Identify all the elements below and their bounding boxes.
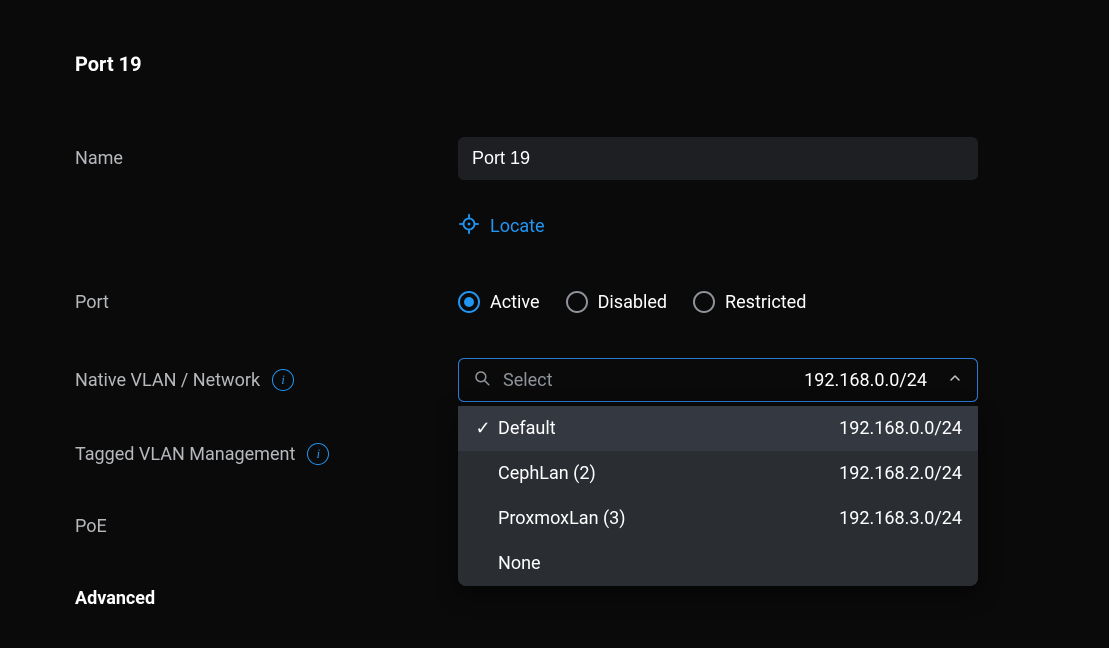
native-vlan-option-label: None bbox=[494, 553, 962, 574]
locate-icon bbox=[458, 213, 480, 240]
native-vlan-value: 192.168.0.0/24 bbox=[804, 370, 927, 391]
check-icon: ✓ bbox=[472, 418, 494, 439]
port-label: Port bbox=[75, 292, 458, 313]
port-status-radio-group: Active Disabled Restricted bbox=[458, 291, 978, 313]
port-status-active-radio[interactable]: Active bbox=[458, 291, 540, 313]
chevron-up-icon bbox=[947, 370, 963, 390]
native-vlan-option[interactable]: ✓ Default 192.168.0.0/24 bbox=[458, 406, 978, 451]
port-status-restricted-label: Restricted bbox=[725, 292, 806, 313]
locate-button[interactable]: Locate bbox=[458, 213, 545, 240]
tagged-vlan-label: Tagged VLAN Management bbox=[75, 444, 295, 465]
native-vlan-select[interactable]: Select 192.168.0.0/24 bbox=[458, 358, 978, 402]
native-vlan-option-label: ProxmoxLan (3) bbox=[494, 508, 839, 529]
native-vlan-label: Native VLAN / Network bbox=[75, 370, 260, 391]
port-status-disabled-label: Disabled bbox=[598, 292, 667, 313]
locate-label: Locate bbox=[490, 216, 545, 237]
name-input[interactable] bbox=[458, 137, 978, 180]
info-icon[interactable]: i bbox=[272, 369, 294, 391]
native-vlan-option-value: 192.168.2.0/24 bbox=[839, 463, 962, 484]
advanced-label: Advanced bbox=[75, 588, 458, 609]
poe-label: PoE bbox=[75, 516, 458, 537]
native-vlan-dropdown: ✓ Default 192.168.0.0/24 CephLan (2) 192… bbox=[458, 406, 978, 586]
port-status-disabled-radio[interactable]: Disabled bbox=[566, 291, 667, 313]
search-icon bbox=[473, 369, 491, 391]
native-vlan-option[interactable]: ProxmoxLan (3) 192.168.3.0/24 bbox=[458, 496, 978, 541]
native-vlan-option-label: CephLan (2) bbox=[494, 463, 839, 484]
info-icon[interactable]: i bbox=[307, 443, 329, 465]
port-status-restricted-radio[interactable]: Restricted bbox=[693, 291, 806, 313]
page-title: Port 19 bbox=[75, 52, 1034, 76]
native-vlan-option-value: 192.168.3.0/24 bbox=[839, 508, 962, 529]
port-status-active-label: Active bbox=[490, 292, 540, 313]
name-label: Name bbox=[75, 148, 458, 169]
native-vlan-option[interactable]: None bbox=[458, 541, 978, 586]
native-vlan-placeholder: Select bbox=[503, 370, 792, 391]
native-vlan-option-value: 192.168.0.0/24 bbox=[839, 418, 962, 439]
native-vlan-option[interactable]: CephLan (2) 192.168.2.0/24 bbox=[458, 451, 978, 496]
native-vlan-option-label: Default bbox=[494, 418, 839, 439]
